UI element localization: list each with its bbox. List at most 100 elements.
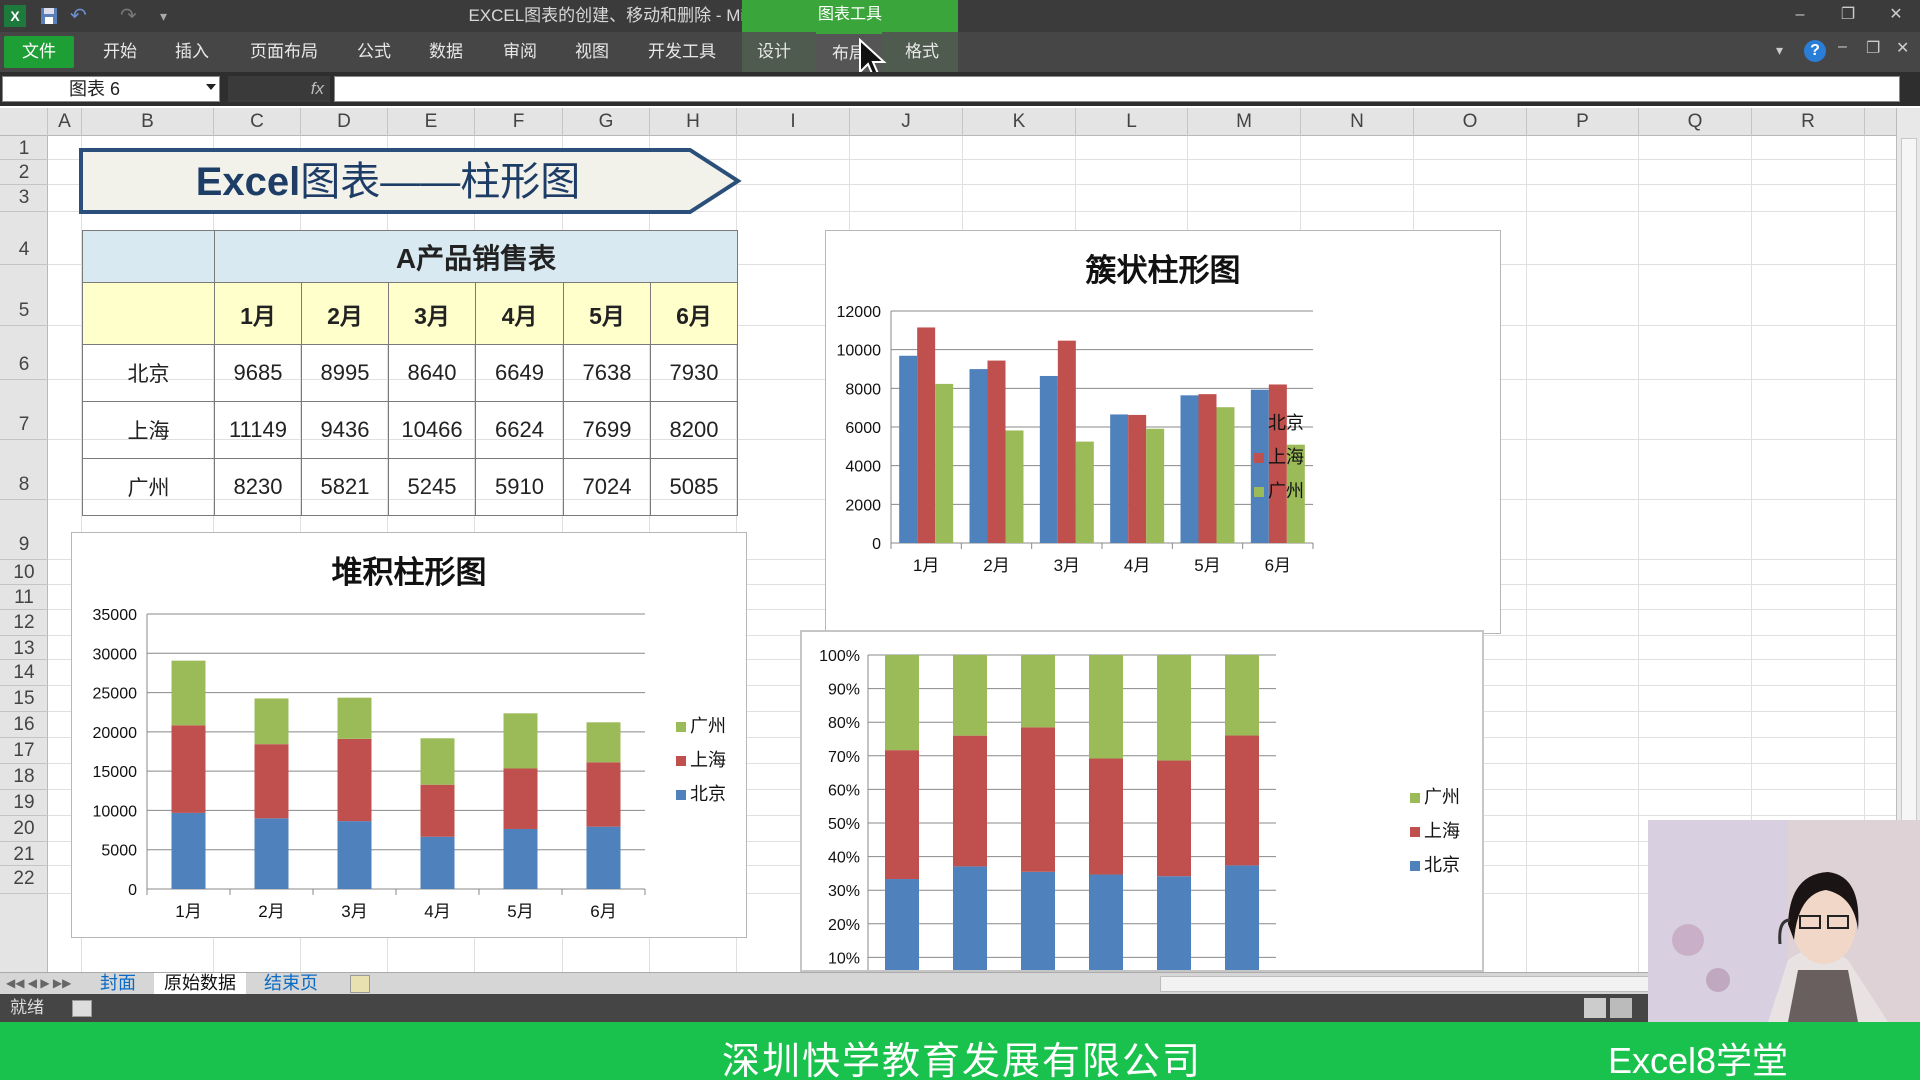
- y-tick-label[interactable]: 35000: [93, 607, 138, 624]
- bar-segment[interactable]: [337, 821, 372, 889]
- bar-segment[interactable]: [953, 655, 987, 736]
- stacked-bar-chart[interactable]: 堆积柱形图 0 5000 10000 15000 20000 25000 30000 3500…: [71, 532, 747, 938]
- row-header[interactable]: 13: [0, 636, 48, 660]
- bar-segment[interactable]: [1157, 876, 1191, 970]
- column-header-q[interactable]: Q: [1639, 108, 1752, 136]
- bar[interactable]: [899, 355, 918, 543]
- bar[interactable]: [1216, 407, 1235, 543]
- bar-segment[interactable]: [1157, 760, 1191, 877]
- row-header[interactable]: 17: [0, 738, 48, 764]
- horizontal-scrollbar[interactable]: [1160, 976, 1650, 992]
- close-button[interactable]: ✕: [1874, 0, 1918, 32]
- bar[interactable]: [987, 360, 1006, 543]
- value-cell[interactable]: 11149: [214, 401, 302, 459]
- month-header[interactable]: 4月: [475, 282, 564, 345]
- table-corner-cell[interactable]: [82, 230, 215, 283]
- city-cell[interactable]: 上海: [82, 401, 215, 459]
- column-header-m[interactable]: M: [1188, 108, 1301, 136]
- column-header-a[interactable]: A: [48, 108, 82, 136]
- bar-segment[interactable]: [1157, 655, 1191, 761]
- tab-page-layout[interactable]: 页面布局: [244, 32, 324, 72]
- y-tick-label[interactable]: 20%: [828, 917, 860, 934]
- column-header-b[interactable]: B: [82, 108, 214, 136]
- workbook-minimize-icon[interactable]: –: [1838, 38, 1847, 56]
- y-tick-label[interactable]: 20000: [93, 725, 138, 742]
- y-tick-label[interactable]: 0: [872, 536, 881, 553]
- x-tick-label[interactable]: 4月: [424, 902, 450, 921]
- row-header[interactable]: 5: [0, 265, 48, 326]
- legend-swatch[interactable]: [676, 790, 686, 800]
- y-tick-label[interactable]: 2000: [845, 497, 881, 514]
- sheet-tab-end[interactable]: 结束页: [254, 973, 328, 994]
- row-header[interactable]: 4: [0, 212, 48, 265]
- column-header-f[interactable]: F: [475, 108, 563, 136]
- bar-segment[interactable]: [420, 784, 455, 837]
- city-cell[interactable]: 广州: [82, 458, 215, 516]
- y-tick-label[interactable]: 5000: [101, 843, 137, 860]
- bar-segment[interactable]: [586, 826, 621, 889]
- legend-label[interactable]: 北京: [1424, 855, 1460, 875]
- column-header-h[interactable]: H: [650, 108, 737, 136]
- legend-swatch[interactable]: [1410, 827, 1420, 837]
- bar-segment[interactable]: [1089, 758, 1123, 875]
- normal-view-icon[interactable]: [1584, 998, 1606, 1018]
- bar-segment[interactable]: [337, 738, 372, 822]
- bar-segment[interactable]: [171, 660, 206, 726]
- bar[interactable]: [935, 383, 954, 543]
- column-header-l[interactable]: L: [1076, 108, 1188, 136]
- column-header-d[interactable]: D: [301, 108, 388, 136]
- value-cell[interactable]: 8230: [214, 458, 302, 516]
- page-layout-view-icon[interactable]: [1610, 998, 1632, 1018]
- clustered-bar-chart[interactable]: 簇状柱形图 0 2000 4000 6000 8000 10000 12000 1月 2月 3月 4…: [825, 230, 1501, 634]
- column-header-i[interactable]: I: [737, 108, 850, 136]
- legend-label[interactable]: 广州: [1424, 787, 1460, 807]
- month-header-blank[interactable]: [82, 282, 215, 345]
- row-header[interactable]: 1: [0, 136, 48, 160]
- scroll-thumb[interactable]: [1901, 138, 1917, 930]
- value-cell[interactable]: 7699: [563, 401, 651, 459]
- legend-label[interactable]: 广州: [690, 716, 726, 736]
- column-header-k[interactable]: K: [963, 108, 1076, 136]
- x-tick-label[interactable]: 2月: [258, 902, 284, 921]
- row-header[interactable]: 18: [0, 764, 48, 790]
- y-tick-label[interactable]: 60%: [828, 782, 860, 799]
- legend-swatch[interactable]: [1254, 453, 1264, 463]
- row-header[interactable]: 22: [0, 866, 48, 894]
- value-cell[interactable]: 8640: [388, 344, 476, 402]
- row-header[interactable]: 9: [0, 500, 48, 560]
- tab-file[interactable]: 文件: [4, 36, 74, 68]
- bar[interactable]: [1110, 414, 1129, 543]
- title-banner-shape[interactable]: Excel图表——柱形图: [78, 147, 742, 215]
- bar-segment[interactable]: [1225, 865, 1259, 970]
- tab-review[interactable]: 审阅: [496, 32, 544, 72]
- legend-label[interactable]: 广州: [1268, 481, 1304, 501]
- row-header[interactable]: 14: [0, 660, 48, 686]
- legend-swatch[interactable]: [1410, 793, 1420, 803]
- bar[interactable]: [1057, 340, 1076, 543]
- name-box-dropdown-icon[interactable]: [206, 84, 216, 90]
- bar-segment[interactable]: [953, 735, 987, 867]
- workbook-restore-icon[interactable]: ❐: [1866, 38, 1880, 58]
- value-cell[interactable]: 8200: [650, 401, 738, 459]
- bar[interactable]: [1039, 375, 1058, 543]
- y-tick-label[interactable]: 8000: [845, 381, 881, 398]
- y-tick-label[interactable]: 30%: [828, 883, 860, 900]
- tab-insert[interactable]: 插入: [168, 32, 216, 72]
- bar-segment[interactable]: [171, 725, 206, 813]
- bar-segment[interactable]: [1089, 874, 1123, 970]
- macro-record-icon[interactable]: [72, 1000, 92, 1017]
- bar-segment[interactable]: [254, 818, 289, 889]
- row-header[interactable]: 8: [0, 440, 48, 500]
- value-cell[interactable]: 9436: [301, 401, 389, 459]
- bar[interactable]: [1075, 441, 1094, 543]
- row-header[interactable]: 16: [0, 712, 48, 738]
- percent-stacked-bar-chart[interactable]: 10% 20% 30% 40% 50% 60% 70% 80% 90% 100% 广州 上海 北京: [800, 630, 1484, 972]
- y-tick-label[interactable]: 25000: [93, 686, 138, 703]
- stacked-chart-plot[interactable]: 0 5000 10000 15000 20000 25000 30000 35000 1月 2月 3…: [72, 533, 746, 937]
- x-tick-label[interactable]: 3月: [1054, 556, 1080, 575]
- bar[interactable]: [1005, 430, 1024, 543]
- legend-label[interactable]: 上海: [1424, 821, 1460, 841]
- legend-label[interactable]: 北京: [690, 784, 726, 804]
- bar-segment[interactable]: [503, 713, 538, 769]
- column-header-j[interactable]: J: [850, 108, 963, 136]
